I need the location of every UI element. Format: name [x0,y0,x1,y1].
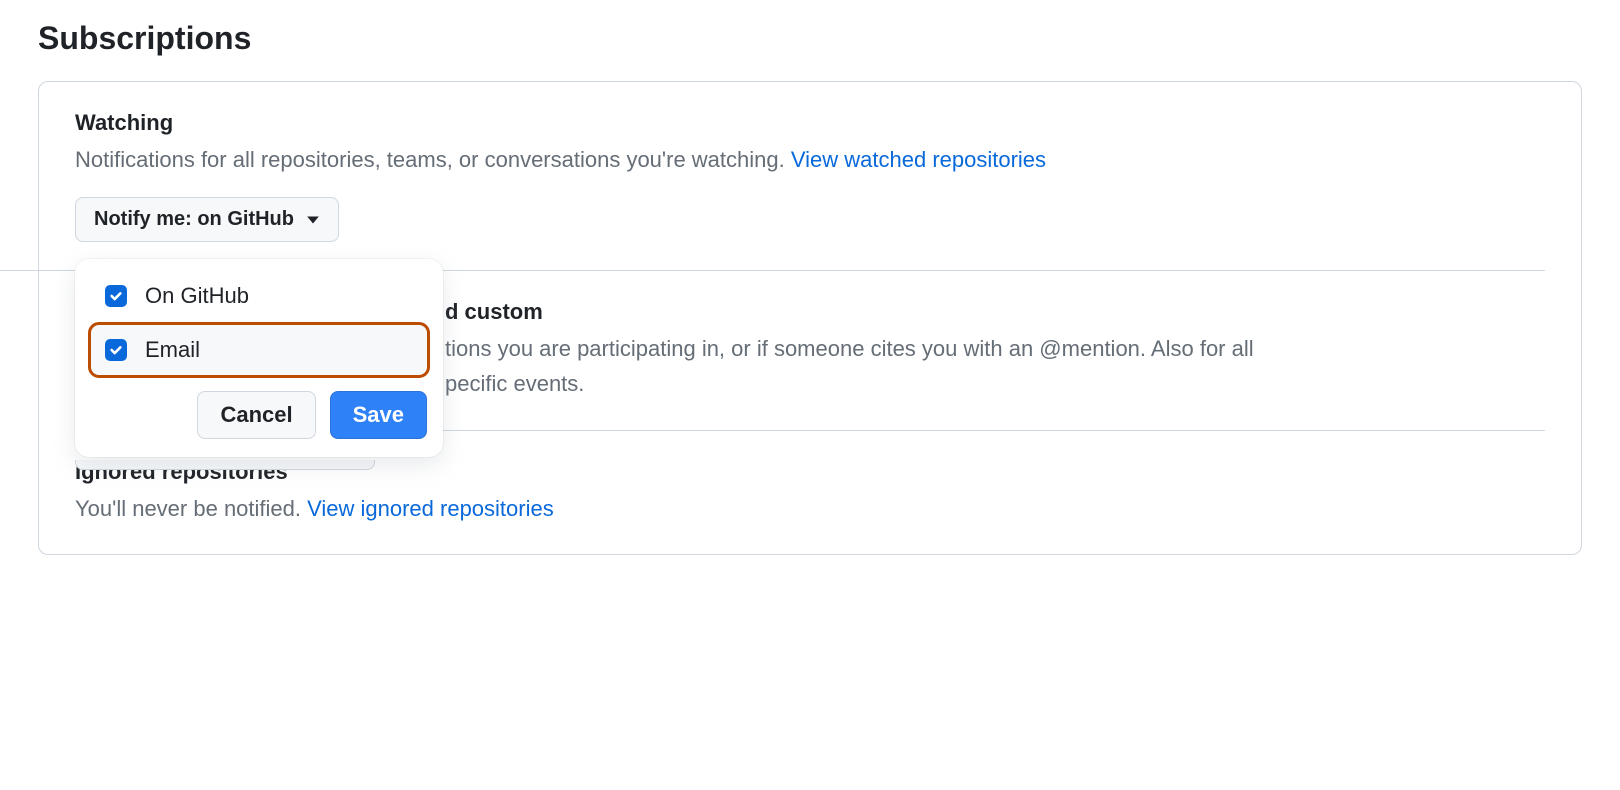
watching-description-text: Notifications for all repositories, team… [75,147,791,172]
chevron-down-icon [306,208,320,231]
notify-dropdown-button[interactable]: Notify me: on GitHub [75,197,339,242]
page-title: Subscriptions [38,20,1582,57]
save-button[interactable]: Save [330,391,427,439]
option-on-github[interactable]: On GitHub [89,269,429,323]
custom-desc-line2: pecific events. [445,371,584,396]
checkbox-checked-icon[interactable] [105,285,127,307]
ignored-description-text: You'll never be notified. [75,496,307,521]
watching-title: Watching [75,110,1545,136]
custom-description: tions you are participating in, or if so… [445,331,1545,401]
custom-desc-line1: tions you are participating in, or if so… [445,336,1254,361]
option-on-github-label: On GitHub [145,283,249,309]
watching-section: Watching Notifications for all repositor… [75,110,1545,248]
checkbox-checked-icon[interactable] [105,339,127,361]
option-email[interactable]: Email [89,323,429,377]
subscriptions-panel: Watching Notifications for all repositor… [38,81,1582,555]
background-dropdown-edge [75,460,375,470]
ignored-description: You'll never be notified. View ignored r… [75,491,1545,526]
notify-dropdown-container: Notify me: on GitHub On GitHub [75,197,1545,242]
notify-options-popover: On GitHub Email Cancel Save [75,259,443,457]
option-email-label: Email [145,337,200,363]
popover-actions: Cancel Save [89,377,429,439]
cancel-button[interactable]: Cancel [197,391,315,439]
view-ignored-link[interactable]: View ignored repositories [307,496,554,521]
custom-title-fragment: d custom [445,299,1545,325]
view-watched-link[interactable]: View watched repositories [791,147,1046,172]
watching-description: Notifications for all repositories, team… [75,142,1545,177]
notify-dropdown-label: Notify me: on GitHub [94,208,294,231]
